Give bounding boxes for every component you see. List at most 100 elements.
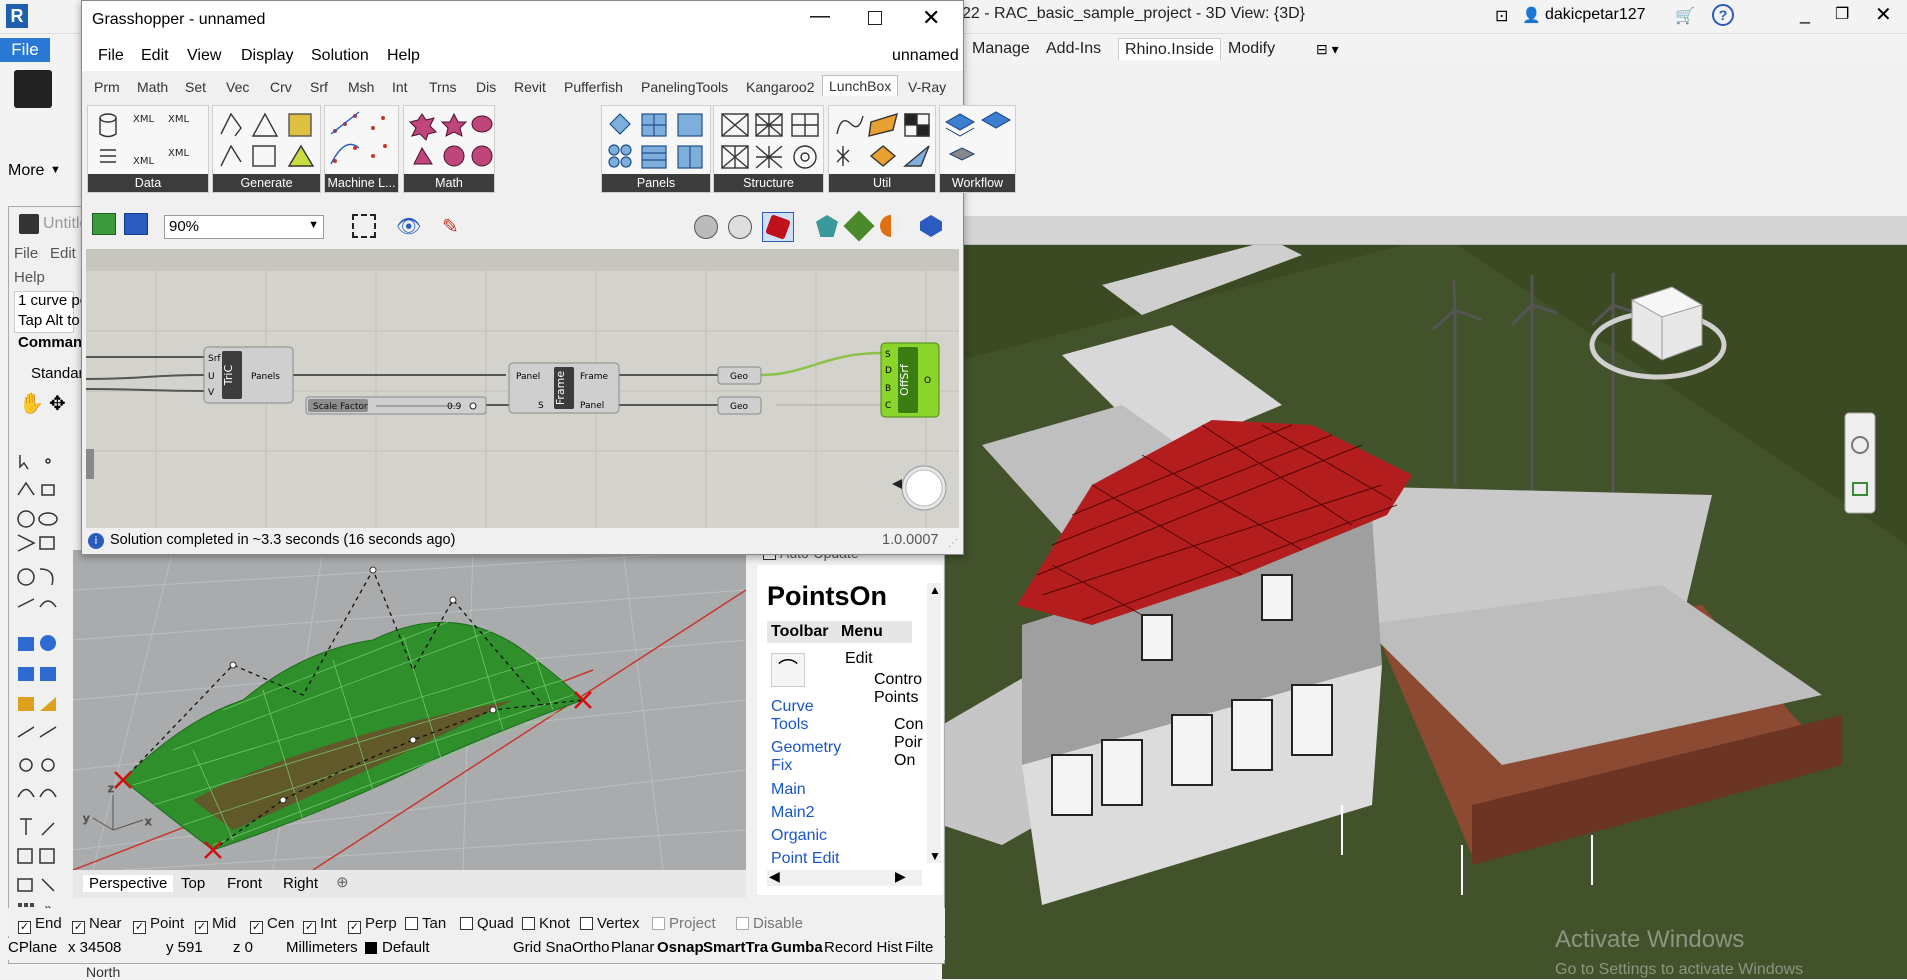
gh-tab-vec[interactable]: Vec bbox=[226, 79, 249, 95]
gh-group-panels[interactable]: Panels bbox=[601, 105, 711, 193]
osnap-point[interactable]: ✓ Point bbox=[133, 915, 184, 934]
osnap-point-checkbox[interactable]: ✓ bbox=[133, 921, 146, 934]
gh-tab-prm[interactable]: Prm bbox=[94, 79, 120, 95]
scroll-down-icon[interactable]: ▼ bbox=[929, 849, 941, 863]
gh-tab-crv[interactable]: Crv bbox=[270, 79, 292, 95]
pan-icon[interactable]: ✋ bbox=[19, 391, 44, 416]
status-ortho[interactable]: Ortho bbox=[572, 939, 610, 956]
revit-tab-addins[interactable]: Add-Ins bbox=[1040, 38, 1107, 60]
revit-more-button[interactable]: More bbox=[8, 162, 44, 180]
sketch-icon[interactable]: ✎ bbox=[442, 214, 459, 239]
revit-restore-button[interactable]: ❐ bbox=[1835, 4, 1849, 24]
help-icon[interactable]: ? bbox=[1712, 4, 1734, 26]
osnap-perp[interactable]: ✓ Perp bbox=[348, 915, 397, 934]
scroll-up-icon[interactable]: ▲ bbox=[929, 583, 941, 597]
gh-group-generate[interactable]: Generate bbox=[212, 105, 321, 193]
gh-tab-math[interactable]: Math bbox=[137, 79, 168, 95]
gh-tab-pufferfish[interactable]: Pufferfish bbox=[564, 79, 623, 95]
revit-tab-rhinoinside[interactable]: Rhino.Inside bbox=[1118, 38, 1221, 60]
gh-menu-view[interactable]: View bbox=[187, 47, 221, 65]
gh-menu-file[interactable]: File bbox=[98, 47, 124, 65]
osnap-int[interactable]: ✓ Int bbox=[303, 915, 337, 934]
geo-param-1[interactable]: Geo bbox=[717, 366, 762, 385]
tab-perspective[interactable]: Perspective bbox=[83, 875, 174, 892]
revit-tab-modify[interactable]: Modify bbox=[1222, 38, 1281, 60]
frame-component[interactable]: Frame Panel S Frame Panel bbox=[508, 362, 620, 414]
link-geometry-fix[interactable]: Geometry Fix bbox=[771, 739, 849, 775]
rhino-menu-help[interactable]: Help bbox=[14, 269, 45, 286]
scale-factor-slider[interactable]: Scale Factor 0.9 bbox=[305, 396, 487, 415]
osnap-tan-checkbox[interactable] bbox=[405, 917, 418, 930]
osnap-quad-checkbox[interactable] bbox=[460, 917, 473, 930]
gh-tab-msh[interactable]: Msh bbox=[348, 79, 374, 95]
osnap-vertex[interactable]: Vertex bbox=[580, 915, 640, 932]
status-layer[interactable]: Default bbox=[382, 939, 430, 956]
user-icon[interactable]: 👤 bbox=[1522, 6, 1541, 24]
gh-menu-solution[interactable]: Solution bbox=[311, 47, 369, 65]
osnap-cen[interactable]: ✓ Cen bbox=[250, 915, 295, 934]
geo-param-2[interactable]: Geo bbox=[717, 396, 762, 415]
rotate-view-icon[interactable]: ✥ bbox=[49, 391, 66, 416]
rhino-menu-edit[interactable]: Edit bbox=[50, 245, 76, 262]
cart-icon[interactable]: 🛒 bbox=[1675, 6, 1695, 26]
osnap-int-checkbox[interactable]: ✓ bbox=[303, 921, 316, 934]
link-organic[interactable]: Organic bbox=[771, 827, 827, 845]
tab-right[interactable]: Right bbox=[283, 875, 318, 892]
gh-menu-display[interactable]: Display bbox=[241, 47, 293, 65]
add-viewport-icon[interactable]: ⊕ bbox=[336, 873, 349, 891]
gh-menu-help[interactable]: Help bbox=[387, 47, 420, 65]
tab-top[interactable]: Top bbox=[181, 875, 205, 892]
open-file-icon[interactable] bbox=[92, 213, 116, 235]
gh-maximize-button[interactable] bbox=[868, 11, 882, 25]
gh-tab-dis[interactable]: Dis bbox=[476, 79, 496, 95]
status-filter[interactable]: Filte bbox=[905, 939, 933, 956]
osnap-disable-checkbox[interactable] bbox=[736, 917, 749, 930]
osnap-perp-checkbox[interactable]: ✓ bbox=[348, 921, 361, 934]
osnap-knot-checkbox[interactable] bbox=[522, 917, 535, 930]
osnap-cen-checkbox[interactable]: ✓ bbox=[250, 921, 263, 934]
gh-close-button[interactable]: ✕ bbox=[922, 5, 940, 31]
gh-group-structure[interactable]: Structure bbox=[713, 105, 824, 193]
binoculars-icon[interactable]: ⊡ bbox=[1495, 6, 1508, 26]
gh-minimize-button[interactable]: — bbox=[810, 5, 830, 28]
revit-minimize-button[interactable]: _ bbox=[1800, 4, 1810, 25]
revit-file-tab[interactable]: File bbox=[0, 38, 50, 62]
rhino-perspective-viewport[interactable]: z y x bbox=[73, 550, 746, 870]
revit-tab-manage[interactable]: Manage bbox=[966, 38, 1036, 60]
gh-tab-lunchbox[interactable]: LunchBox bbox=[822, 75, 899, 96]
gh-tab-int[interactable]: Int bbox=[392, 79, 408, 95]
rhino-logo-icon[interactable] bbox=[14, 70, 52, 108]
slider-grip[interactable] bbox=[469, 402, 477, 410]
gh-canvas[interactable]: TriC Srf U V Panels Scale Factor 0.9 Fra… bbox=[86, 249, 959, 528]
gh-tab-vray[interactable]: V-Ray bbox=[908, 79, 946, 95]
user-name[interactable]: dakicpetar127 bbox=[1545, 6, 1646, 24]
standard-toolbar-tab[interactable]: Standar bbox=[31, 365, 84, 382]
osnap-knot[interactable]: Knot bbox=[522, 915, 570, 932]
gh-tab-trns[interactable]: Trns bbox=[429, 79, 456, 95]
osnap-mid-checkbox[interactable]: ✓ bbox=[195, 921, 208, 934]
osnap-near[interactable]: ✓ Near bbox=[72, 915, 122, 934]
status-record-history[interactable]: Record Hist bbox=[824, 939, 904, 956]
tab-front[interactable]: Front bbox=[227, 875, 262, 892]
gh-tab-panelingtools[interactable]: PanelingTools bbox=[641, 79, 728, 95]
canvas-left-scroll[interactable] bbox=[86, 449, 94, 479]
link-curve-tools[interactable]: Curve Tools bbox=[771, 698, 833, 734]
status-gumball[interactable]: Gumba bbox=[771, 939, 823, 956]
navigation-bar[interactable] bbox=[1844, 412, 1876, 514]
gh-group-data[interactable]: XML XML XML XML Data bbox=[87, 105, 209, 193]
link-main[interactable]: Main bbox=[771, 781, 806, 799]
preview-shaded-icon[interactable] bbox=[728, 215, 752, 239]
gh-menu-edit[interactable]: Edit bbox=[141, 47, 169, 65]
gh-group-math[interactable]: Math bbox=[403, 105, 495, 193]
zoom-select[interactable]: 90% ▼ bbox=[164, 215, 324, 239]
preview-wire-icon[interactable] bbox=[694, 215, 718, 239]
osnap-quad[interactable]: Quad bbox=[460, 915, 514, 932]
osnap-mid[interactable]: ✓ Mid bbox=[195, 915, 236, 934]
gh-tab-set[interactable]: Set bbox=[185, 79, 206, 95]
gh-group-machine-learning[interactable]: Machine L... bbox=[324, 105, 399, 193]
ribbon-options-icon[interactable]: ⊟ ▾ bbox=[1316, 41, 1339, 58]
gh-tab-srf[interactable]: Srf bbox=[310, 79, 328, 95]
gh-group-util[interactable]: Util bbox=[828, 105, 936, 193]
status-osnap[interactable]: Osnap bbox=[657, 939, 703, 956]
preview-selected-icon[interactable] bbox=[762, 212, 794, 242]
